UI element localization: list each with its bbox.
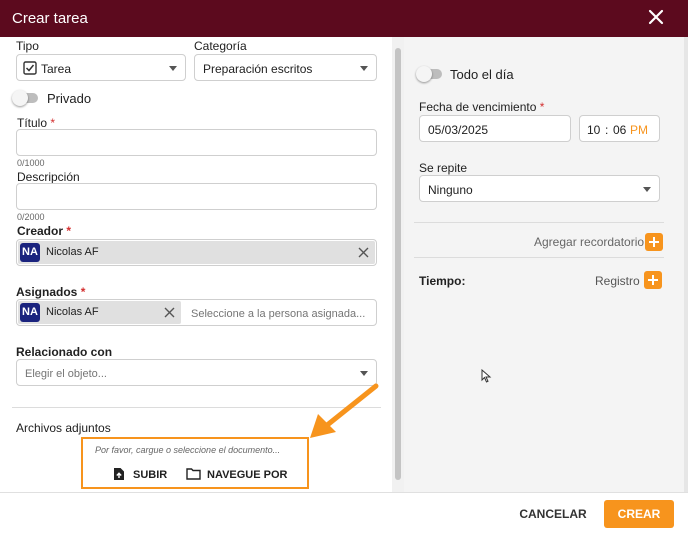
chevron-down-icon xyxy=(360,66,368,71)
tipo-select[interactable]: Tarea xyxy=(16,54,186,81)
checkbox-checked-icon xyxy=(23,61,37,75)
titulo-counter: 0/1000 xyxy=(17,158,45,168)
fecha-value: 05/03/2025 xyxy=(428,123,489,137)
recordatorio-label: Agregar recordatorio xyxy=(534,235,645,249)
time-ampm[interactable]: PM xyxy=(630,123,648,137)
right-scrollbar[interactable] xyxy=(684,37,688,492)
fecha-label: Fecha de vencimiento * xyxy=(419,100,545,114)
descripcion-counter: 0/2000 xyxy=(17,212,45,222)
relacionado-placeholder: Elegir el objeto... xyxy=(25,368,107,380)
descripcion-label: Descripción xyxy=(17,170,80,184)
titulo-label: Título * xyxy=(17,116,56,130)
clear-icon[interactable] xyxy=(163,306,176,319)
se-repite-select[interactable]: Ninguno xyxy=(419,175,660,202)
arrow-annotation-icon xyxy=(310,383,379,438)
todo-el-dia-label: Todo el día xyxy=(450,67,514,82)
time-minute[interactable]: 06 xyxy=(613,123,626,137)
asignados-label: Asignados * xyxy=(16,285,86,299)
upload-area: Por favor, cargue o seleccione el docume… xyxy=(81,437,309,489)
creador-chip: NA Nicolas AF xyxy=(18,241,375,264)
divider xyxy=(414,222,664,223)
categoria-label: Categoría xyxy=(194,39,247,53)
avatar: NA xyxy=(20,303,40,322)
footer-divider xyxy=(0,492,688,493)
divider xyxy=(414,257,664,258)
add-reminder-button[interactable] xyxy=(645,233,663,251)
tipo-label: Tipo xyxy=(16,39,39,53)
upload-button[interactable]: SUBIR xyxy=(113,467,169,483)
file-upload-icon xyxy=(114,468,124,480)
titulo-input[interactable] xyxy=(16,129,377,156)
dialog-title: Crear tarea xyxy=(12,10,88,27)
close-icon[interactable] xyxy=(646,7,666,27)
time-hour[interactable]: 10 xyxy=(587,123,600,137)
todo-el-dia-toggle[interactable] xyxy=(416,66,442,82)
creador-field[interactable]: NA Nicolas AF xyxy=(16,239,377,266)
folder-icon xyxy=(186,468,201,480)
asignados-placeholder: Seleccione a la persona asignada... xyxy=(191,308,366,320)
registro-label: Registro xyxy=(595,274,640,288)
browse-button[interactable]: NAVEGUE POR xyxy=(186,467,291,483)
chevron-down-icon xyxy=(643,187,651,192)
descripcion-input[interactable] xyxy=(16,183,377,210)
se-repite-label: Se repite xyxy=(419,161,468,175)
upload-hint: Por favor, cargue o seleccione el docume… xyxy=(95,445,281,455)
categoria-value: Preparación escritos xyxy=(203,62,313,76)
add-time-log-button[interactable] xyxy=(644,271,662,289)
time-separator: : xyxy=(605,123,609,137)
dialog-header: Crear tarea xyxy=(0,0,688,37)
categoria-select[interactable]: Preparación escritos xyxy=(194,54,377,81)
creador-label: Creador * xyxy=(17,224,72,238)
create-button[interactable]: CREAR xyxy=(604,500,674,528)
chevron-down-icon xyxy=(360,371,368,376)
privado-label: Privado xyxy=(47,91,92,106)
archivos-label: Archivos adjuntos xyxy=(16,421,111,435)
clear-icon[interactable] xyxy=(357,246,370,259)
privado-toggle[interactable] xyxy=(12,90,38,106)
time-input[interactable]: 10 : 06 PM xyxy=(579,115,660,142)
asignados-field[interactable]: NA Nicolas AF Seleccione a la persona as… xyxy=(16,299,377,326)
tiempo-label: Tiempo: xyxy=(419,274,466,288)
cancel-button[interactable]: CANCELAR xyxy=(512,500,594,528)
asignados-chip: NA Nicolas AF xyxy=(18,301,181,324)
scrollbar-thumb[interactable] xyxy=(395,48,401,480)
tipo-value: Tarea xyxy=(41,62,72,76)
fecha-input[interactable]: 05/03/2025 xyxy=(419,115,571,142)
creador-name: Nicolas AF xyxy=(46,246,99,258)
avatar: NA xyxy=(20,243,40,262)
mouse-cursor-icon xyxy=(481,369,492,383)
relacionado-label: Relacionado con xyxy=(16,345,113,359)
asignados-name: Nicolas AF xyxy=(46,306,99,318)
chevron-down-icon xyxy=(169,66,177,71)
se-repite-value: Ninguno xyxy=(428,183,473,197)
